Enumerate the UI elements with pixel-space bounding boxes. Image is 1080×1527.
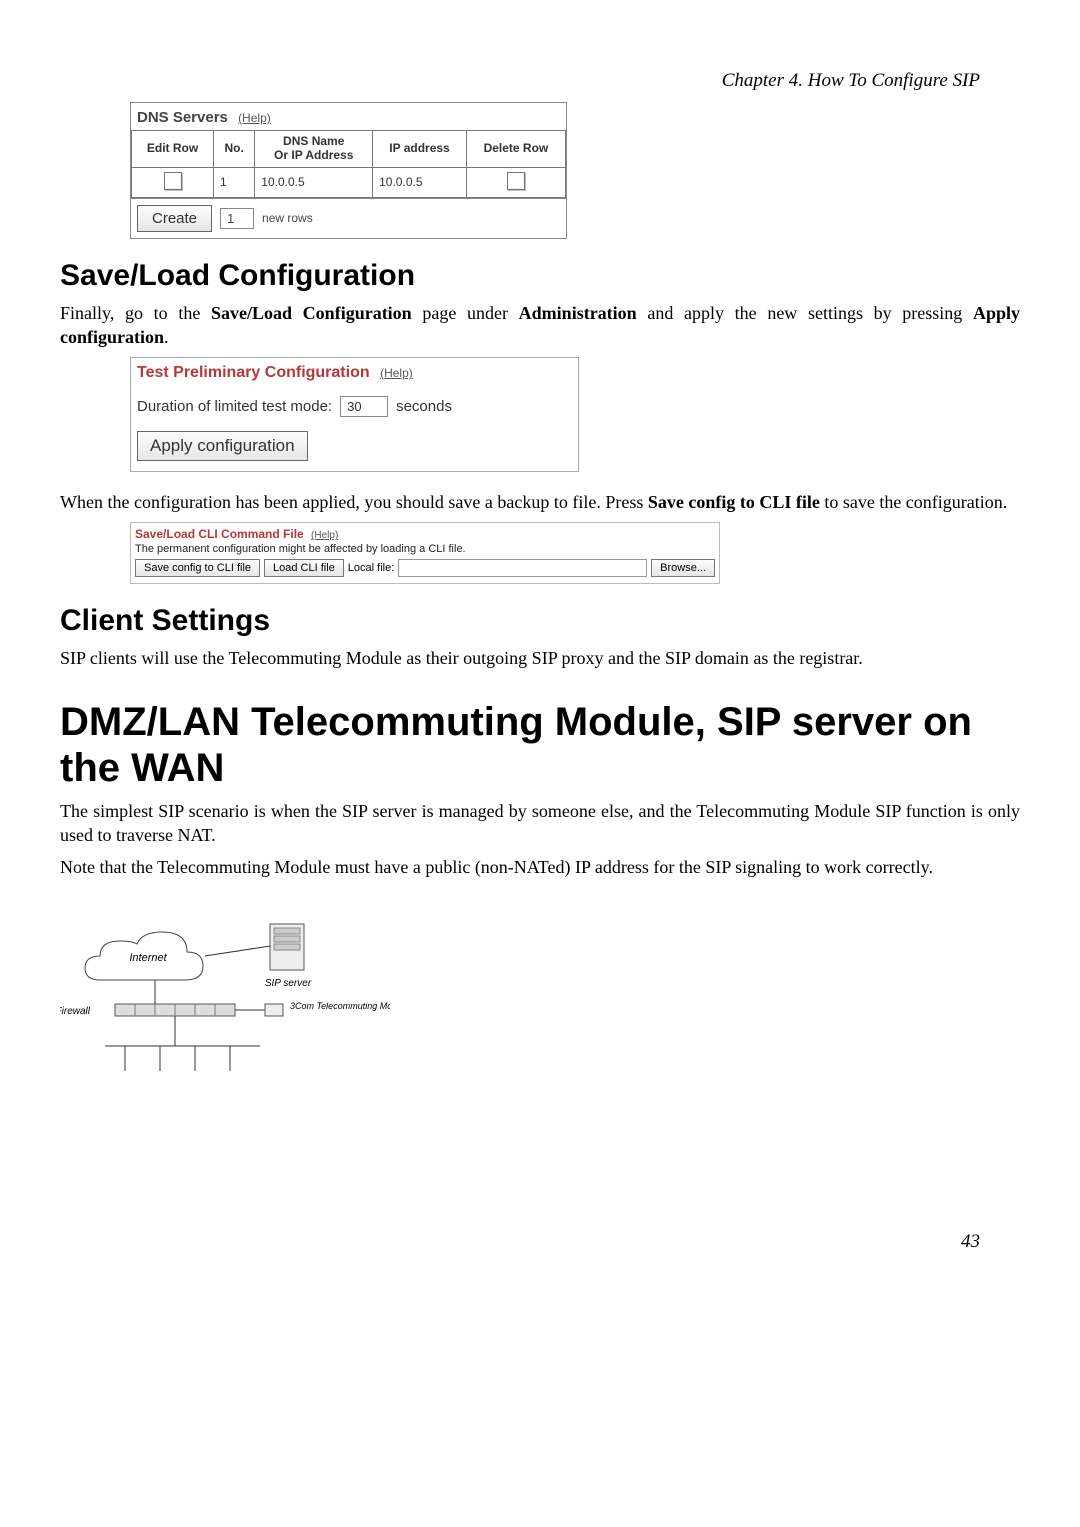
duration-label: Duration of limited test mode: bbox=[137, 398, 332, 415]
browse-button[interactable]: Browse... bbox=[651, 559, 715, 577]
create-label: new rows bbox=[262, 211, 313, 225]
firewall-icon: Firewall bbox=[60, 1004, 235, 1017]
load-cli-button[interactable]: Load CLI file bbox=[264, 559, 344, 577]
apply-configuration-button[interactable]: Apply configuration bbox=[137, 431, 308, 461]
local-file-label: Local file: bbox=[348, 562, 394, 574]
table-header-row: Edit Row No. DNS Name Or IP Address IP a… bbox=[132, 131, 566, 168]
cli-title: Save/Load CLI Command File (Help) bbox=[135, 527, 715, 541]
duration-row: Duration of limited test mode: 30 second… bbox=[137, 396, 572, 417]
save-load-paragraph: Finally, go to the Save/Load Configurati… bbox=[60, 301, 1020, 350]
dmz-paragraph-2: Note that the Telecommuting Module must … bbox=[60, 855, 1020, 879]
test-config-help-link[interactable]: (Help) bbox=[380, 366, 413, 380]
cli-note: The permanent configuration might be aff… bbox=[135, 543, 715, 555]
duration-unit: seconds bbox=[396, 398, 452, 415]
dns-servers-table: Edit Row No. DNS Name Or IP Address IP a… bbox=[131, 130, 566, 198]
row-no: 1 bbox=[214, 167, 255, 197]
internet-label: Internet bbox=[129, 952, 167, 964]
duration-input[interactable]: 30 bbox=[340, 396, 388, 417]
module-label: 3Com Telecommuting Module bbox=[290, 1001, 390, 1011]
sip-server-label: SIP server bbox=[265, 978, 312, 989]
table-row: 1 10.0.0.5 10.0.0.5 bbox=[132, 167, 566, 197]
dns-servers-title: DNS Servers (Help) bbox=[131, 103, 566, 130]
delete-row-checkbox[interactable] bbox=[507, 172, 525, 190]
test-config-panel: Test Preliminary Configuration (Help) Du… bbox=[130, 357, 579, 472]
dmz-heading: DMZ/LAN Telecommuting Module, SIP server… bbox=[60, 699, 1020, 791]
row-dns-name: 10.0.0.5 bbox=[255, 167, 373, 197]
applied-paragraph: When the configuration has been applied,… bbox=[60, 490, 1020, 514]
create-button[interactable]: Create bbox=[137, 205, 212, 232]
row-ip: 10.0.0.5 bbox=[373, 167, 467, 197]
client-settings-heading: Client Settings bbox=[60, 604, 1020, 638]
firewall-label: Firewall bbox=[60, 1006, 91, 1017]
save-load-heading: Save/Load Configuration bbox=[60, 259, 1020, 293]
test-config-title-text: Test Preliminary Configuration bbox=[137, 364, 370, 381]
module-icon: 3Com Telecommuting Module bbox=[265, 1001, 390, 1016]
client-settings-paragraph: SIP clients will use the Telecommuting M… bbox=[60, 646, 1020, 670]
cli-row: Save config to CLI file Load CLI file Lo… bbox=[135, 559, 715, 577]
cli-file-panel: Save/Load CLI Command File (Help) The pe… bbox=[130, 522, 720, 584]
sip-server-icon: SIP server bbox=[265, 924, 312, 989]
cli-help-link[interactable]: (Help) bbox=[311, 530, 338, 541]
cloud-icon: Internet bbox=[85, 932, 203, 980]
dns-servers-panel: DNS Servers (Help) Edit Row No. DNS Name… bbox=[130, 102, 567, 239]
dns-servers-help-link[interactable]: (Help) bbox=[238, 111, 271, 125]
col-dns-name: DNS Name Or IP Address bbox=[255, 131, 373, 168]
create-count-input[interactable]: 1 bbox=[220, 208, 254, 229]
cli-title-text: Save/Load CLI Command File bbox=[135, 527, 304, 541]
col-edit-row: Edit Row bbox=[132, 131, 214, 168]
create-row: Create 1 new rows bbox=[131, 198, 566, 238]
test-config-title: Test Preliminary Configuration (Help) bbox=[137, 364, 572, 382]
save-cli-button[interactable]: Save config to CLI file bbox=[135, 559, 260, 577]
dmz-paragraph-1: The simplest SIP scenario is when the SI… bbox=[60, 799, 1020, 848]
network-diagram: Internet SIP server Firewall 3Com Teleco… bbox=[60, 906, 390, 1106]
dns-servers-title-text: DNS Servers bbox=[137, 109, 228, 126]
chapter-header: Chapter 4. How To Configure SIP bbox=[60, 70, 1020, 92]
col-ip-address: IP address bbox=[373, 131, 467, 168]
page-number: 43 bbox=[60, 1231, 1020, 1253]
col-delete-row: Delete Row bbox=[466, 131, 565, 168]
col-no: No. bbox=[214, 131, 255, 168]
local-file-input[interactable] bbox=[398, 559, 647, 577]
edit-row-checkbox[interactable] bbox=[164, 172, 182, 190]
